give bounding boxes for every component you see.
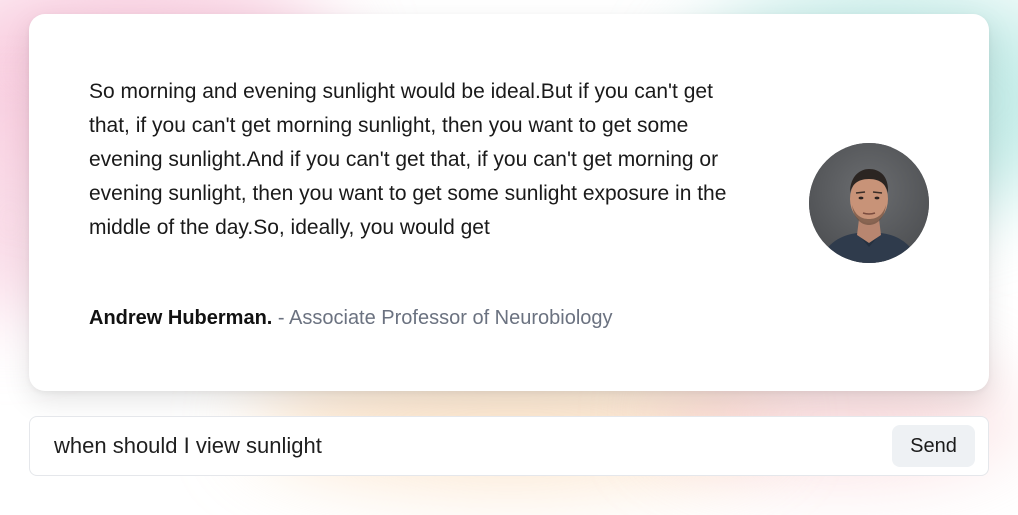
chat-input-bar: Send xyxy=(29,416,989,476)
person-portrait-icon xyxy=(809,143,929,263)
author-avatar xyxy=(809,143,929,263)
quote-text: So morning and evening sunlight would be… xyxy=(89,80,727,239)
author-title: Associate Professor of Neurobiology xyxy=(289,307,613,329)
quote-card: So morning and evening sunlight would be… xyxy=(29,14,989,391)
query-input[interactable] xyxy=(30,417,880,475)
author-name: Andrew Huberman. xyxy=(89,307,273,329)
attribution-separator: - xyxy=(272,307,290,329)
send-button[interactable]: Send xyxy=(892,425,975,467)
quote-attribution: Andrew Huberman. - Associate Professor o… xyxy=(89,304,613,332)
